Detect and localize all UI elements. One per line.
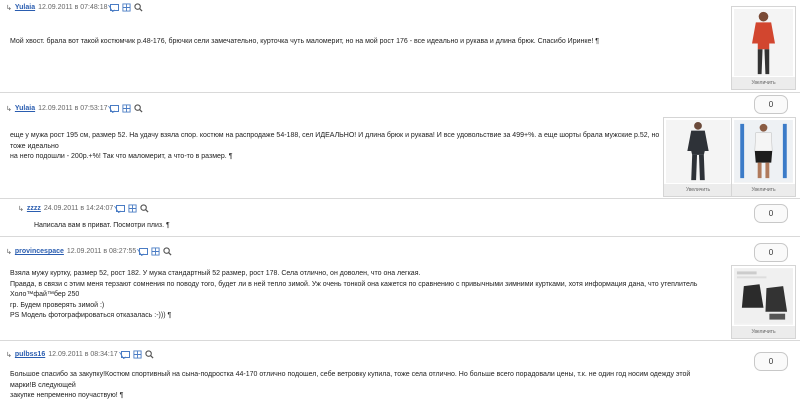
comment-date: 12.09.2011 в 08:34:17 bbox=[48, 351, 118, 358]
comment-2: ↳ Yulaia 12.09.2011 в 07:53:17 0 еще у м… bbox=[0, 93, 800, 198]
author-link[interactable]: Yulaia bbox=[15, 4, 35, 11]
karma-icon[interactable] bbox=[151, 247, 160, 256]
comment-text: Мой хвост. брала вот такой костюмчик р.4… bbox=[10, 38, 600, 45]
enlarge-caption[interactable]: Увеличить bbox=[732, 326, 795, 338]
zoom-icon[interactable] bbox=[140, 204, 149, 213]
rating-badge[interactable]: 0 bbox=[754, 204, 788, 223]
message-icon[interactable] bbox=[120, 351, 130, 358]
photo-thumbnail[interactable]: Увеличить bbox=[731, 117, 796, 197]
comment-1: ↳ Yulaia 12.09.2011 в 07:48:18 Мой хвост… bbox=[0, 0, 800, 92]
karma-icon[interactable] bbox=[133, 350, 142, 359]
zoom-icon[interactable] bbox=[163, 247, 172, 256]
reply-arrow-icon: ↳ bbox=[6, 105, 12, 113]
comment-date: 12.09.2011 в 07:48:18 bbox=[38, 4, 108, 11]
karma-icon[interactable] bbox=[122, 104, 132, 113]
comment-date: 12.09.2011 в 08:27:55 bbox=[66, 248, 137, 255]
rating-badge[interactable]: 0 bbox=[754, 243, 788, 262]
author-link[interactable]: Yulaia bbox=[15, 105, 35, 112]
reply-arrow-icon: ↳ bbox=[6, 248, 12, 256]
comment-header: ↳ pulbss16 12.09.2011 в 08:34:17 bbox=[6, 350, 154, 359]
message-icon[interactable] bbox=[139, 248, 149, 255]
comment-text: Написала вам в приват. Посмотри плиз. ¶ bbox=[34, 222, 170, 229]
comment-feed: ↳ Yulaia 12.09.2011 в 07:48:18 Мой хвост… bbox=[0, 0, 800, 405]
photo-thumbnail[interactable]: Увеличить bbox=[731, 6, 796, 90]
comment-3: ↳ zzzz 24.09.2011 в 14:24:07 0 Написала … bbox=[0, 199, 800, 236]
reply-arrow-icon: ↳ bbox=[6, 351, 12, 359]
comment-header: ↳ zzzz 24.09.2011 в 14:24:07 bbox=[18, 204, 149, 213]
man-in-shorts-photo bbox=[734, 120, 793, 182]
author-link[interactable]: pulbss16 bbox=[15, 351, 45, 358]
jacket-product-photo bbox=[734, 268, 793, 324]
rating-badge[interactable]: 0 bbox=[754, 352, 788, 371]
rating-badge[interactable]: 0 bbox=[754, 95, 788, 114]
comment-text: Большое спасибо за закупку!Костюм спорти… bbox=[10, 371, 691, 399]
woman-in-jacket-photo bbox=[752, 11, 775, 75]
message-icon[interactable] bbox=[110, 105, 120, 112]
reply-arrow-icon: ↳ bbox=[6, 4, 12, 12]
comment-date: 24.09.2011 в 14:24:07 bbox=[43, 205, 114, 212]
comment-text: Взяла мужу куртку, размер 52, рост 182. … bbox=[10, 270, 698, 319]
comment-header: ↳ provincespace 12.09.2011 в 08:27:55 bbox=[6, 247, 172, 256]
photo-thumbnail[interactable]: Увеличить bbox=[663, 117, 733, 197]
reply-arrow-icon: ↳ bbox=[18, 205, 24, 213]
enlarge-caption[interactable]: Увеличить bbox=[664, 184, 732, 196]
photo-thumbnail[interactable]: Увеличить bbox=[731, 265, 796, 339]
comment-text: еще у мужа рост 195 см, размер 52. На уд… bbox=[10, 132, 660, 160]
comment-header: ↳ Yulaia 12.09.2011 в 07:53:17 bbox=[6, 104, 144, 113]
author-link[interactable]: zzzz bbox=[27, 205, 41, 212]
author-link[interactable]: provincespace bbox=[15, 248, 64, 255]
comment-4: ↳ provincespace 12.09.2011 в 08:27:55 0 … bbox=[0, 237, 800, 340]
comment-5: ↳ pulbss16 12.09.2011 в 08:34:17 0 Больш… bbox=[0, 341, 800, 405]
karma-icon[interactable] bbox=[128, 204, 137, 213]
man-in-tracksuit-photo bbox=[687, 121, 709, 181]
comment-header: ↳ Yulaia 12.09.2011 в 07:48:18 bbox=[6, 3, 144, 12]
zoom-icon[interactable] bbox=[134, 104, 144, 113]
message-icon[interactable] bbox=[110, 4, 120, 11]
enlarge-caption[interactable]: Увеличить bbox=[732, 77, 795, 89]
karma-icon[interactable] bbox=[122, 3, 132, 12]
message-icon[interactable] bbox=[116, 205, 126, 212]
comment-date: 12.09.2011 в 07:53:17 bbox=[38, 105, 108, 112]
zoom-icon[interactable] bbox=[134, 3, 144, 12]
enlarge-caption[interactable]: Увеличить bbox=[732, 184, 795, 196]
zoom-icon[interactable] bbox=[144, 350, 154, 359]
